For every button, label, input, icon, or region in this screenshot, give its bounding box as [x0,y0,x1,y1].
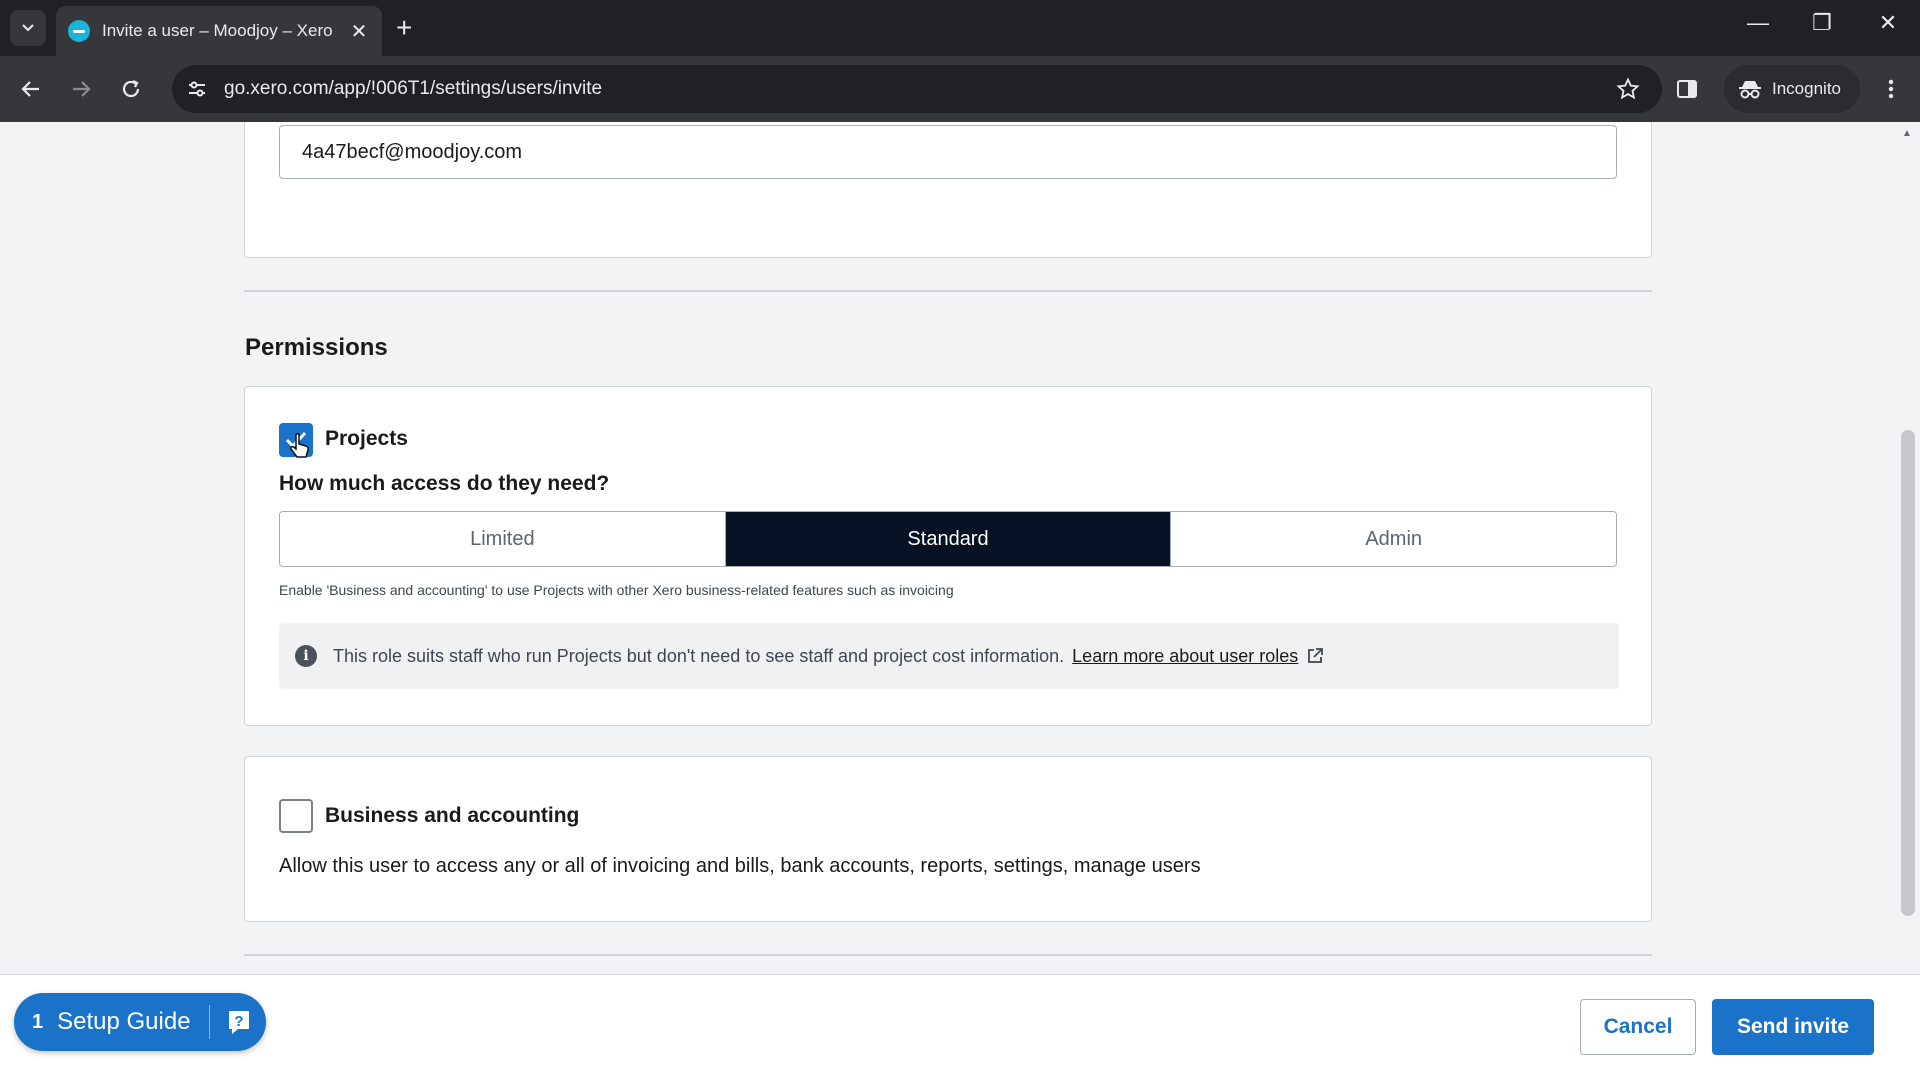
projects-permission-card: Projects How much access do they need? L… [244,386,1652,726]
access-level-selector: Limited Standard Admin [279,511,1617,567]
business-accounting-card: Business and accounting Allow this user … [244,756,1652,922]
access-option-limited[interactable]: Limited [280,512,725,566]
access-option-standard[interactable]: Standard [724,512,1171,566]
scroll-up-icon[interactable]: ▲ [1902,128,1912,139]
access-question: How much access do they need? [279,472,610,495]
reload-icon [122,80,140,98]
mouse-cursor-icon [290,433,309,458]
learn-more-link[interactable]: Learn more about user roles [1072,646,1298,667]
page-scrollbar[interactable]: ▲ ▼ [1896,122,1920,1080]
external-link-icon[interactable] [1306,647,1324,665]
incognito-label: Incognito [1772,79,1841,98]
site-settings-icon[interactable] [186,78,208,100]
business-accounting-description: Allow this user to access any or all of … [279,855,1201,877]
star-icon[interactable] [1616,77,1640,101]
address-bar[interactable]: go.xero.com/app/!006T1/settings/users/in… [172,65,1662,113]
back-button[interactable] [16,74,46,104]
chevron-down-icon [22,24,34,32]
cancel-button[interactable]: Cancel [1580,999,1696,1055]
action-footer: 1 Setup Guide ? Cancel Send invite [0,974,1920,1080]
role-info-text: This role suits staff who run Projects b… [333,645,1065,666]
page-content: 4a47becf@moodjoy.com Permissions Project… [0,122,1920,1080]
browser-menu-button[interactable] [1876,74,1906,104]
minimize-icon[interactable]: — [1738,10,1778,36]
email-card: 4a47becf@moodjoy.com [244,122,1652,258]
info-icon: i [295,645,317,667]
new-tab-button[interactable]: + [396,12,412,44]
setup-guide-label: Setup Guide [57,1008,191,1035]
arrow-right-icon [73,81,91,97]
email-input[interactable]: 4a47becf@moodjoy.com [279,125,1617,179]
projects-hint-text: Enable 'Business and accounting' to use … [279,582,954,598]
url-text: go.xero.com/app/!006T1/settings/users/in… [224,78,603,99]
help-chat-icon[interactable]: ? [224,1007,254,1037]
side-panel-button[interactable] [1672,74,1702,104]
incognito-badge[interactable]: Incognito [1724,65,1860,113]
projects-label: Projects [325,427,408,450]
more-vertical-icon [1888,79,1894,99]
setup-guide-count: 1 [32,1010,44,1033]
business-accounting-checkbox[interactable] [279,799,313,833]
xero-favicon-icon [68,20,90,42]
permissions-heading: Permissions [245,334,388,361]
section-divider-bottom [244,954,1652,956]
scroll-thumb[interactable] [1901,430,1915,916]
close-tab-icon[interactable]: ✕ [348,19,370,44]
business-accounting-label: Business and accounting [325,804,580,827]
incognito-icon [1739,81,1761,99]
send-invite-button[interactable]: Send invite [1712,999,1874,1055]
setup-guide-button[interactable]: 1 Setup Guide ? [14,993,266,1051]
side-panel-icon [1677,80,1697,98]
tab-search-button[interactable] [10,10,46,46]
close-window-icon[interactable]: ✕ [1868,10,1908,36]
reload-button[interactable] [116,74,146,104]
arrow-left-icon [21,81,39,97]
access-option-admin[interactable]: Admin [1170,512,1616,566]
role-info-box: i This role suits staff who run Projects… [279,623,1619,689]
tab-title: Invite a user – Moodjoy – Xero [102,21,333,40]
restore-icon[interactable]: ❐ [1802,10,1842,36]
browser-tab[interactable]: Invite a user – Moodjoy – Xero ✕ [56,6,382,56]
setup-guide-separator [208,1005,210,1039]
browser-toolbar: go.xero.com/app/!006T1/settings/users/in… [0,56,1920,122]
forward-button[interactable] [66,74,96,104]
browser-tab-bar: Invite a user – Moodjoy – Xero ✕ + — ❐ ✕ [0,0,1920,56]
svg-text:?: ? [234,1013,243,1030]
section-divider [244,290,1652,292]
